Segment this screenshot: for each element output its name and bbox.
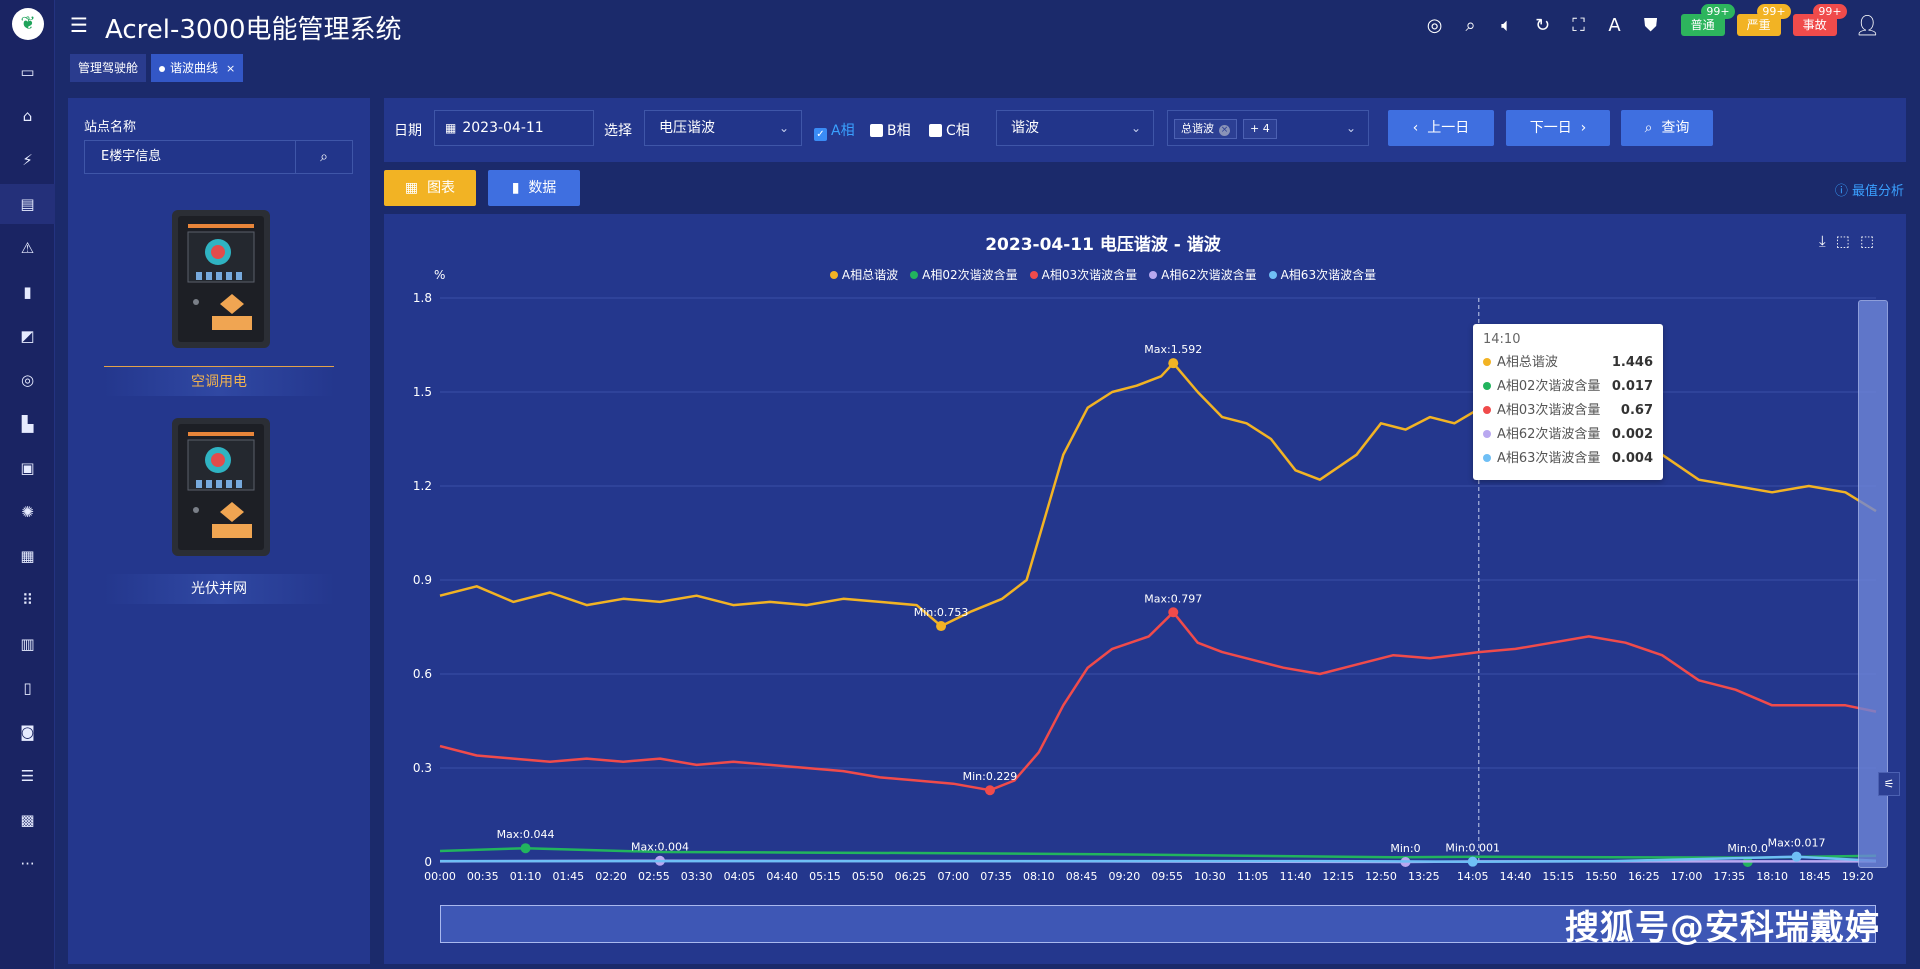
marker-point	[1791, 851, 1802, 862]
x-tick-label: 05:15	[809, 870, 841, 883]
marker-label: Min:0.0	[1727, 842, 1768, 855]
tooltip-row: A相总谐波 1.446	[1483, 351, 1653, 375]
x-tick-label: 03:30	[681, 870, 713, 883]
x-tick-label: 14:05	[1457, 870, 1489, 883]
x-tick-label: 08:45	[1066, 870, 1098, 883]
y-tick-label: 1.8	[413, 291, 432, 305]
marker-label: Max:1.592	[1144, 343, 1202, 356]
x-tick-label: 07:00	[937, 870, 969, 883]
x-tick-label: 08:10	[1023, 870, 1055, 883]
x-tick-label: 19:20	[1842, 870, 1874, 883]
filter-settings-icon[interactable]: ⚟	[1878, 772, 1900, 796]
x-tick-label: 11:05	[1237, 870, 1269, 883]
y-tick-label: 0.9	[413, 573, 432, 587]
x-tick-label: 02:20	[595, 870, 627, 883]
x-tick-label: 00:00	[424, 870, 456, 883]
x-tick-label: 01:45	[552, 870, 584, 883]
x-tick-label: 04:05	[724, 870, 756, 883]
marker-point	[984, 785, 995, 796]
x-tick-label: 18:10	[1756, 870, 1788, 883]
x-tick-label: 12:15	[1322, 870, 1354, 883]
harmonic-line-chart: 0 0.3 0.6 0.9 1.2 1.5 1.8 00:00 00:35 01:10 01:45 0…	[413, 291, 1877, 883]
marker-label: Min:0	[1390, 842, 1420, 855]
marker-point	[1168, 607, 1179, 618]
x-tick-label: 00:35	[467, 870, 499, 883]
x-tick-label: 17:00	[1671, 870, 1703, 883]
tooltip-row: A相63次谐波含量 0.004	[1483, 447, 1653, 471]
marker-point	[936, 621, 947, 632]
series-line	[439, 611, 1877, 792]
x-tick-label: 11:40	[1280, 870, 1312, 883]
x-tick-label: 10:30	[1194, 870, 1226, 883]
x-tick-label: 04:40	[766, 870, 798, 883]
x-tick-label: 16:25	[1628, 870, 1660, 883]
tooltip-row: A相03次谐波含量 0.67	[1483, 399, 1653, 423]
x-tick-label: 15:50	[1585, 870, 1617, 883]
x-tick-label: 17:35	[1713, 870, 1745, 883]
marker-point	[1168, 358, 1179, 369]
x-tick-label: 09:55	[1151, 870, 1183, 883]
watermark-text: 搜狐号@安科瑞戴婷	[1565, 908, 1880, 948]
tooltip-time: 14:10	[1483, 332, 1521, 347]
x-tick-label: 05:50	[852, 870, 884, 883]
x-tick-label: 13:25	[1408, 870, 1440, 883]
marker-point	[1467, 856, 1478, 867]
marker-label: Max:0.797	[1144, 592, 1202, 605]
marker-label: Min:0.229	[963, 770, 1018, 783]
y-tick-label: 1.2	[413, 479, 432, 493]
x-tick-label: 12:50	[1365, 870, 1397, 883]
x-tick-label: 07:35	[980, 870, 1012, 883]
marker-label: Max:0.044	[497, 828, 555, 841]
marker-label: Max:0.004	[631, 841, 689, 854]
y-tick-label: 1.5	[413, 385, 432, 399]
y-tick-label: 0.3	[413, 761, 432, 775]
marker-label: Min:0.001	[1445, 842, 1500, 855]
tooltip-row: A相62次谐波含量 0.002	[1483, 423, 1653, 447]
chart-tooltip: 14:10 A相总谐波 1.446 A相02次谐波含量 0.017 A相03次谐波含量 0…	[1473, 324, 1663, 480]
marker-point	[520, 843, 531, 854]
y-tick-label: 0	[424, 855, 432, 869]
x-tick-label: 02:55	[638, 870, 670, 883]
x-tick-label: 06:25	[895, 870, 927, 883]
marker-label: Max:0.017	[1768, 837, 1826, 850]
x-tick-label: 14:40	[1500, 870, 1532, 883]
marker-label: Min:0.753	[914, 606, 969, 619]
y-tick-label: 0.6	[413, 667, 432, 681]
x-tick-label: 01:10	[510, 870, 542, 883]
x-tick-label: 09:20	[1109, 870, 1141, 883]
x-tick-label: 15:15	[1542, 870, 1574, 883]
x-tick-label: 18:45	[1799, 870, 1831, 883]
tooltip-row: A相02次谐波含量 0.017	[1483, 375, 1653, 399]
